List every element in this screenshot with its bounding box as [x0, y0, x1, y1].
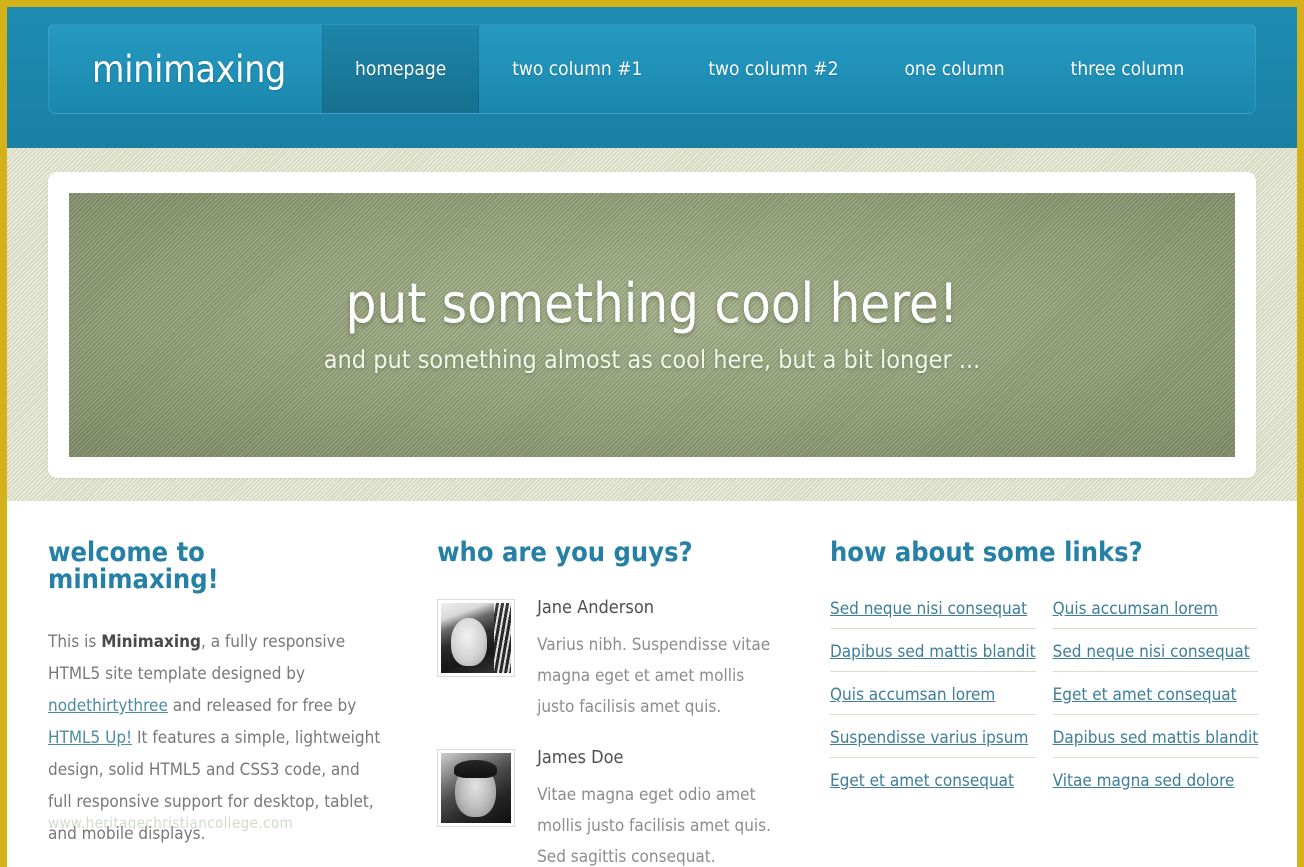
profiles-heading: who are you guys?	[437, 537, 693, 568]
link-suspendisse-varius-ipsum[interactable]: Suspendisse varius ipsum	[830, 728, 1028, 748]
banner-title: put something cool here!	[345, 272, 959, 336]
link-sed-neque-nisi-consequat-1[interactable]: Sed neque nisi consequat	[830, 599, 1027, 619]
welcome-text-3: and released for free by	[167, 696, 357, 716]
links-grid: Sed neque nisi consequat Quis accumsan l…	[830, 599, 1259, 813]
welcome-heading: welcome to minimaxing!	[48, 537, 219, 595]
link-item: Sed neque nisi consequat	[830, 599, 1036, 629]
welcome-paragraph: This is Minimaxing, a fully responsive H…	[48, 626, 381, 850]
page-frame: minimaxing homepage two column #1 two co…	[7, 7, 1297, 867]
banner-image: put something cool here! and put somethi…	[69, 193, 1235, 457]
profile-description: Vitae magna eget odio amet mollis justo …	[537, 785, 772, 867]
profile-card: Jane Anderson Varius nibh. Suspendisse v…	[437, 599, 774, 723]
link-nodethirtythree[interactable]: nodethirtythree	[48, 696, 168, 716]
james-portrait-photo	[441, 753, 512, 823]
link-dapibus-sed-mattis-blandit-2[interactable]: Dapibus sed mattis blandit	[1053, 728, 1259, 748]
link-html5up[interactable]: HTML5 Up!	[48, 728, 132, 748]
jane-portrait-photo	[441, 603, 512, 673]
link-item: Suspendisse varius ipsum	[830, 728, 1036, 758]
link-eget-et-amet-consequat-2[interactable]: Eget et amet consequat	[830, 771, 1014, 791]
column-profiles: who are you guys? Jane Anderson Varius n…	[437, 539, 830, 867]
avatar	[437, 599, 516, 677]
link-dapibus-sed-mattis-blandit-1[interactable]: Dapibus sed mattis blandit	[830, 642, 1036, 662]
profile-body: Jane Anderson Varius nibh. Suspendisse v…	[537, 599, 774, 723]
profile-card: James Doe Vitae magna eget odio amet mol…	[437, 749, 774, 867]
profile-description: Varius nibh. Suspendisse vitae magna ege…	[537, 635, 771, 717]
nav-item-homepage[interactable]: homepage	[322, 25, 480, 113]
profile-name: Jane Anderson	[537, 597, 655, 618]
link-vitae-magna-sed-dolore[interactable]: Vitae magna sed dolore	[1053, 771, 1235, 791]
link-item: Eget et amet consequat	[830, 771, 1036, 800]
nav-item-one-column[interactable]: one column	[871, 25, 1037, 113]
link-item: Dapibus sed mattis blandit	[1052, 728, 1259, 758]
link-item: Sed neque nisi consequat	[1052, 642, 1259, 672]
links-heading: how about some links?	[830, 537, 1143, 568]
site-header: minimaxing homepage two column #1 two co…	[7, 7, 1297, 148]
link-item: Vitae magna sed dolore	[1053, 771, 1259, 800]
avatar	[437, 749, 516, 827]
link-quis-accumsan-lorem-1[interactable]: Quis accumsan lorem	[1053, 599, 1218, 619]
welcome-text-1: This is	[48, 632, 102, 652]
profile-body: James Doe Vitae magna eget odio amet mol…	[537, 749, 774, 867]
nav-item-three-column[interactable]: three column	[1038, 25, 1218, 113]
welcome-strong-minimaxing: Minimaxing	[101, 632, 201, 652]
banner-subtitle: and put something almost as cool here, b…	[323, 344, 981, 374]
nav-item-two-column-2[interactable]: two column #2	[675, 25, 871, 113]
link-quis-accumsan-lorem-2[interactable]: Quis accumsan lorem	[830, 685, 995, 705]
link-item: Quis accumsan lorem	[830, 685, 1036, 715]
profile-name: James Doe	[537, 747, 624, 768]
nav-item-two-column-1[interactable]: two column #1	[479, 25, 675, 113]
banner-card: put something cool here! and put somethi…	[48, 172, 1256, 478]
main-content: welcome to minimaxing! This is Minimaxin…	[7, 501, 1297, 867]
header-nav-bar: minimaxing homepage two column #1 two co…	[48, 24, 1256, 114]
link-item: Eget et amet consequat	[1052, 685, 1259, 715]
site-logo[interactable]: minimaxing	[49, 25, 322, 113]
link-item: Quis accumsan lorem	[1052, 599, 1259, 629]
column-welcome: welcome to minimaxing! This is Minimaxin…	[48, 539, 437, 867]
link-eget-et-amet-consequat-1[interactable]: Eget et amet consequat	[1053, 685, 1237, 705]
link-item: Dapibus sed mattis blandit	[830, 642, 1036, 672]
main-navigation: homepage two column #1 two column #2 one…	[322, 25, 1255, 113]
link-sed-neque-nisi-consequat-2[interactable]: Sed neque nisi consequat	[1053, 642, 1250, 662]
banner-strip: put something cool here! and put somethi…	[7, 148, 1297, 501]
column-links: how about some links? Sed neque nisi con…	[830, 537, 1259, 867]
